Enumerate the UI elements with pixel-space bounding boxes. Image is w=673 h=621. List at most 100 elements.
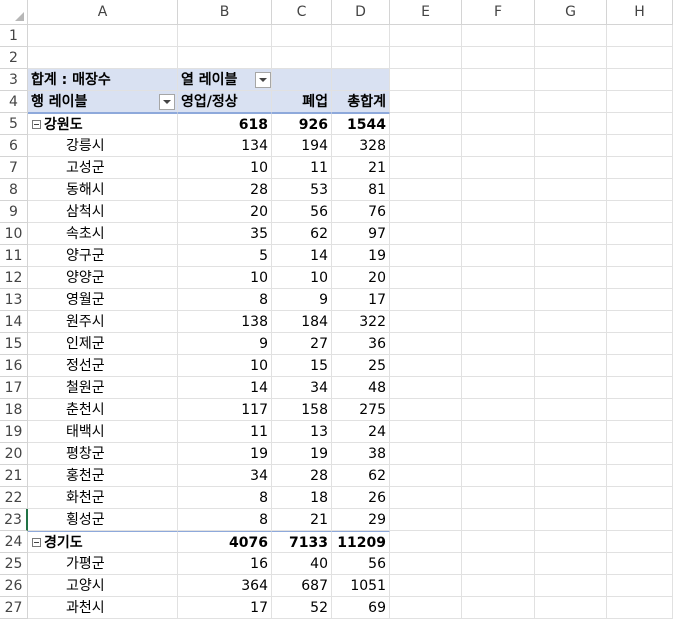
cell-e6[interactable] [390, 135, 462, 157]
row-header-14[interactable]: 14 [0, 311, 28, 333]
row-header-16[interactable]: 16 [0, 355, 28, 377]
column-header-c[interactable]: C [272, 0, 332, 25]
cell-e8[interactable] [390, 179, 462, 201]
cell-a3[interactable]: 합계 : 매장수 [28, 69, 178, 91]
cell-b16[interactable]: 10 [178, 355, 272, 377]
cell-h5[interactable] [607, 113, 673, 135]
cell-a2[interactable] [28, 47, 178, 69]
cell-h12[interactable] [607, 267, 673, 289]
cell-c16[interactable]: 15 [272, 355, 332, 377]
cell-e14[interactable] [390, 311, 462, 333]
cell-a27[interactable]: 과천시 [28, 597, 178, 619]
cell-a26[interactable]: 고양시 [28, 575, 178, 597]
cell-b7[interactable]: 10 [178, 157, 272, 179]
cell-e10[interactable] [390, 223, 462, 245]
cell-d26[interactable]: 1051 [332, 575, 390, 597]
cell-g8[interactable] [535, 179, 607, 201]
cell-e27[interactable] [390, 597, 462, 619]
cell-b20[interactable]: 19 [178, 443, 272, 465]
cell-a12[interactable]: 양양군 [28, 267, 178, 289]
column-header-e[interactable]: E [390, 0, 462, 25]
cell-a24[interactable]: 경기도 [28, 531, 178, 553]
cell-d20[interactable]: 38 [332, 443, 390, 465]
cell-e9[interactable] [390, 201, 462, 223]
cell-f8[interactable] [462, 179, 535, 201]
cell-f4[interactable] [462, 91, 535, 113]
cell-h2[interactable] [607, 47, 673, 69]
cell-h20[interactable] [607, 443, 673, 465]
cell-c13[interactable]: 9 [272, 289, 332, 311]
cell-d17[interactable]: 48 [332, 377, 390, 399]
cell-a18[interactable]: 춘천시 [28, 399, 178, 421]
cell-f22[interactable] [462, 487, 535, 509]
cell-e7[interactable] [390, 157, 462, 179]
cell-c4[interactable]: 폐업 [272, 91, 332, 113]
cell-e5[interactable] [390, 113, 462, 135]
column-header-d[interactable]: D [332, 0, 390, 25]
cell-d16[interactable]: 25 [332, 355, 390, 377]
cell-c14[interactable]: 184 [272, 311, 332, 333]
cell-a15[interactable]: 인제군 [28, 333, 178, 355]
cell-f9[interactable] [462, 201, 535, 223]
cell-h19[interactable] [607, 421, 673, 443]
row-header-9[interactable]: 9 [0, 201, 28, 223]
cell-a6[interactable]: 강릉시 [28, 135, 178, 157]
cell-c9[interactable]: 56 [272, 201, 332, 223]
cell-b12[interactable]: 10 [178, 267, 272, 289]
row-header-26[interactable]: 26 [0, 575, 28, 597]
row-header-6[interactable]: 6 [0, 135, 28, 157]
cell-h3[interactable] [607, 69, 673, 91]
cell-d2[interactable] [332, 47, 390, 69]
cell-h23[interactable] [607, 509, 673, 531]
row-header-11[interactable]: 11 [0, 245, 28, 267]
cell-b11[interactable]: 5 [178, 245, 272, 267]
row-header-19[interactable]: 19 [0, 421, 28, 443]
cell-e13[interactable] [390, 289, 462, 311]
row-header-4[interactable]: 4 [0, 91, 28, 113]
cell-a20[interactable]: 평창군 [28, 443, 178, 465]
cell-h17[interactable] [607, 377, 673, 399]
cell-g14[interactable] [535, 311, 607, 333]
cell-d25[interactable]: 56 [332, 553, 390, 575]
cell-e12[interactable] [390, 267, 462, 289]
cell-b4[interactable]: 영업/정상 [178, 91, 272, 113]
cell-e4[interactable] [390, 91, 462, 113]
row-header-24[interactable]: 24 [0, 531, 28, 553]
cell-b14[interactable]: 138 [178, 311, 272, 333]
cell-g18[interactable] [535, 399, 607, 421]
cell-d18[interactable]: 275 [332, 399, 390, 421]
cell-g25[interactable] [535, 553, 607, 575]
cell-g23[interactable] [535, 509, 607, 531]
cell-b2[interactable] [178, 47, 272, 69]
cell-f19[interactable] [462, 421, 535, 443]
cell-h18[interactable] [607, 399, 673, 421]
cell-g22[interactable] [535, 487, 607, 509]
cell-d21[interactable]: 62 [332, 465, 390, 487]
cell-b23[interactable]: 8 [178, 509, 272, 531]
cell-a16[interactable]: 정선군 [28, 355, 178, 377]
cell-h8[interactable] [607, 179, 673, 201]
cell-d13[interactable]: 17 [332, 289, 390, 311]
cell-d23[interactable]: 29 [332, 509, 390, 531]
cell-e2[interactable] [390, 47, 462, 69]
cell-e24[interactable] [390, 531, 462, 553]
cell-c26[interactable]: 687 [272, 575, 332, 597]
cell-b25[interactable]: 16 [178, 553, 272, 575]
row-header-17[interactable]: 17 [0, 377, 28, 399]
cell-e11[interactable] [390, 245, 462, 267]
cell-b13[interactable]: 8 [178, 289, 272, 311]
cell-e25[interactable] [390, 553, 462, 575]
cell-b15[interactable]: 9 [178, 333, 272, 355]
cell-a10[interactable]: 속초시 [28, 223, 178, 245]
row-header-27[interactable]: 27 [0, 597, 28, 619]
cell-h1[interactable] [607, 25, 673, 47]
cell-f18[interactable] [462, 399, 535, 421]
column-header-g[interactable]: G [535, 0, 607, 25]
cell-h24[interactable] [607, 531, 673, 553]
cell-b1[interactable] [178, 25, 272, 47]
cell-h15[interactable] [607, 333, 673, 355]
cell-d5[interactable]: 1544 [332, 113, 390, 135]
cell-d8[interactable]: 81 [332, 179, 390, 201]
cell-c5[interactable]: 926 [272, 113, 332, 135]
cell-g17[interactable] [535, 377, 607, 399]
